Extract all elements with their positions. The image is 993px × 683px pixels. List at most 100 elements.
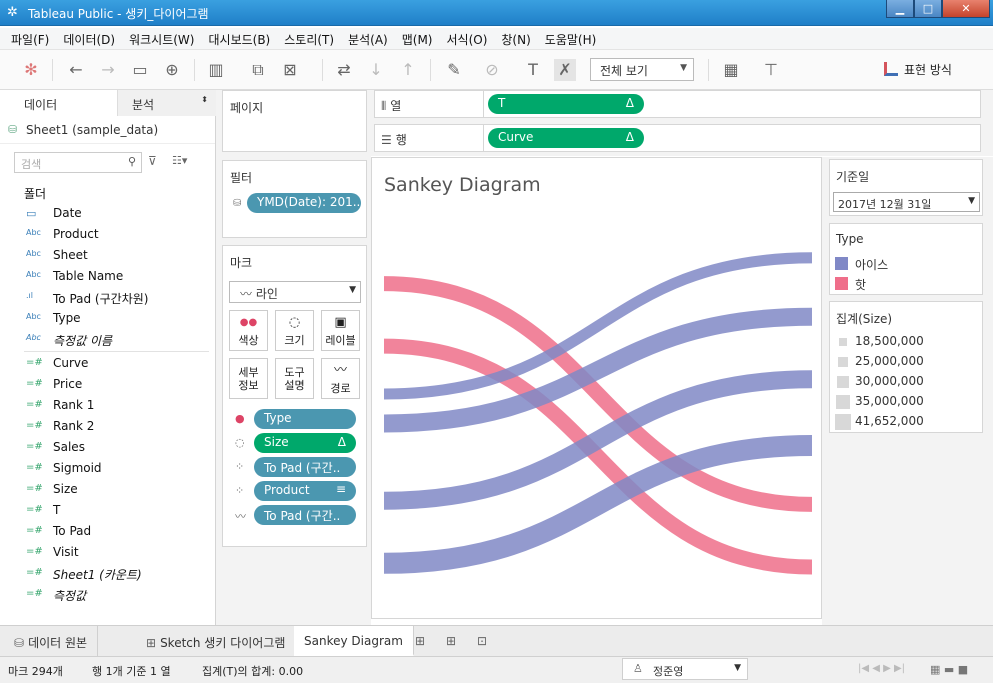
menu-map[interactable]: 맵(M) — [395, 28, 440, 48]
field-label: Type — [53, 311, 81, 325]
clear-sheet-icon[interactable]: ⊠ — [279, 59, 301, 81]
group-icon[interactable]: ⊘ — [481, 59, 503, 81]
path-button[interactable]: 〰 경로 — [321, 358, 360, 399]
measure-field[interactable]: =# Sales — [0, 437, 215, 458]
tab-analytics[interactable]: 분석 ⬍ — [118, 90, 216, 116]
measure-field[interactable]: =# Size — [0, 479, 215, 500]
marks-pill[interactable]: To Pad (구간.. — [254, 505, 356, 525]
menu-window[interactable]: 창(N) — [494, 28, 537, 48]
legend-item-label[interactable]: 아이스 — [855, 256, 888, 273]
dimension-field[interactable]: Abc 측정값 이름 — [0, 329, 215, 350]
view-list-icon[interactable]: ☷▾ — [172, 154, 187, 167]
measure-field[interactable]: =# Sigmoid — [0, 458, 215, 479]
menu-worksheet[interactable]: 워크시트(W) — [122, 28, 201, 48]
presentation-icon[interactable]: ⊤ — [760, 59, 782, 81]
maximize-button[interactable]: □ — [914, 0, 942, 18]
user-menu[interactable]: ♙ 정준영 ▼ — [622, 658, 748, 680]
dimension-field[interactable]: Abc Type — [0, 308, 215, 329]
redo-icon[interactable]: → — [97, 59, 119, 81]
measure-field[interactable]: =# 측정값 — [0, 584, 215, 605]
tab-data[interactable]: 데이터 — [0, 90, 118, 116]
sheet-navigation-icons[interactable]: |◀ ◀ ▶ ▶| — [858, 663, 905, 674]
marks-pill[interactable]: Size Δ — [254, 433, 356, 453]
tab-sankey-diagram[interactable]: Sankey Diagram — [294, 626, 414, 656]
swap-icon[interactable]: ⇄ — [333, 59, 355, 81]
columns-pill-t[interactable]: TΔ — [488, 94, 644, 114]
sankey-chart[interactable] — [372, 158, 823, 620]
color-button-label: 색상 — [238, 334, 259, 347]
legend-swatch — [835, 277, 848, 290]
menu-file[interactable]: 파일(F) — [4, 28, 56, 48]
menu-help[interactable]: 도움말(H) — [538, 28, 604, 48]
save-icon[interactable]: ▭ — [129, 59, 151, 81]
rows-shelf[interactable]: ☰ 행 Curve Δ — [374, 124, 981, 152]
tab-sketch-sheet[interactable]: ⊞ Sketch 생키 다이어그램 — [136, 626, 297, 656]
tooltip-button[interactable]: 도구 설명 — [275, 358, 314, 399]
measure-field[interactable]: =# T — [0, 500, 215, 521]
menu-dashboard[interactable]: 대시보드(B) — [201, 28, 277, 48]
new-datasource-icon[interactable]: ⊕ — [161, 59, 183, 81]
filter-icon[interactable]: ⊽ — [148, 154, 157, 168]
label-button[interactable]: ▣ 레이블 — [321, 310, 360, 351]
marks-pill[interactable]: Product ≡ — [254, 481, 356, 501]
size-legend: 집계(Size) 18,500,000 25,000,000 30,000,000 3… — [829, 301, 983, 433]
new-dashboard-tab-icon[interactable]: ⊞ — [436, 626, 466, 656]
close-button[interactable]: ✕ — [942, 0, 990, 18]
search-input[interactable]: 검색 ⚲ — [14, 152, 142, 173]
rows-pill-curve[interactable]: Curve Δ — [488, 128, 644, 148]
measure-field[interactable]: =# Price — [0, 374, 215, 395]
new-worksheet-icon[interactable]: ▥ — [205, 59, 227, 81]
show-cards-icon[interactable]: ▦ — [720, 59, 742, 81]
mark-type-dropdown[interactable]: 〰 라인 ▼ — [229, 281, 361, 303]
measure-field[interactable]: =# To Pad — [0, 521, 215, 542]
dimension-field[interactable]: .ıl To Pad (구간차원) — [0, 287, 215, 308]
highlight-icon[interactable]: ✎ — [443, 59, 465, 81]
dimension-field[interactable]: Abc Product — [0, 224, 215, 245]
marks-pill[interactable]: To Pad (구간.. — [254, 457, 356, 477]
measure-field[interactable]: =# Curve — [0, 353, 215, 374]
tableau-home-icon[interactable]: ✻ — [20, 59, 42, 81]
duplicate-sheet-icon[interactable]: ⧉ — [247, 59, 269, 81]
filter-pill-date[interactable]: YMD(Date): 201.. — [247, 193, 361, 213]
fit-dropdown[interactable]: 전체 보기 ▼ — [590, 58, 694, 81]
filters-card[interactable]: 필터 ⛁ YMD(Date): 201.. — [222, 160, 367, 238]
view-mode-icons[interactable]: ▦ ▬ ■ — [930, 663, 968, 676]
datasource-icon: ⛁ — [8, 123, 18, 136]
menu-data[interactable]: 데이터(D) — [56, 28, 122, 48]
new-story-tab-icon[interactable]: ⊡ — [467, 626, 497, 656]
measure-field[interactable]: =# Visit — [0, 542, 215, 563]
menu-format[interactable]: 서식(O) — [440, 28, 495, 48]
sort-descending-icon[interactable]: ↑ — [397, 59, 419, 81]
tab-datasource[interactable]: ⛁ 데이터 원본 — [0, 626, 99, 656]
worksheet-icon: ⊞ — [146, 636, 157, 650]
labels-icon[interactable]: T — [522, 59, 544, 81]
undo-icon[interactable]: ← — [65, 59, 87, 81]
detail-button[interactable]: 세부 정보 — [229, 358, 268, 399]
new-worksheet-tab-icon[interactable]: ⊞ — [405, 626, 435, 656]
marks-pill[interactable]: Type — [254, 409, 356, 429]
minimize-button[interactable]: ▁ — [886, 0, 914, 18]
menu-analysis[interactable]: 분석(A) — [341, 28, 395, 48]
datasource-item[interactable]: ⛁ Sheet1 (sample_data) — [0, 116, 215, 144]
fix-axes-icon[interactable]: ✗ — [554, 59, 576, 81]
measure-field[interactable]: =# Rank 2 — [0, 416, 215, 437]
marks-pill-label: Size — [264, 435, 289, 449]
pages-card[interactable]: 페이지 — [222, 90, 367, 152]
menu-bar: 파일(F) 데이터(D) 워크시트(W) 대시보드(B) 스토리(T) 분석(A) 맵(M)… — [0, 28, 993, 50]
viz-area[interactable]: Sankey Diagram — [371, 157, 822, 619]
color-button[interactable]: ●● 색상 — [229, 310, 268, 351]
measure-field[interactable]: =# Sheet1 (카운트) — [0, 563, 215, 584]
dimension-field[interactable]: Abc Table Name — [0, 266, 215, 287]
sankey-flow-ice-3[interactable] — [383, 307, 813, 433]
marks-card: 마크 〰 라인 ▼ ●● 색상 ◌ 크기 ▣ 레이블 세부 정보 도구 설명 〰 경로 … — [222, 245, 367, 547]
columns-shelf[interactable]: ⦀ 열 TΔ — [374, 90, 981, 118]
show-me-button[interactable]: 표현 방식 — [884, 61, 952, 78]
legend-item-label[interactable]: 핫 — [855, 276, 866, 293]
sort-ascending-icon[interactable]: ↓ — [365, 59, 387, 81]
date-parameter-dropdown[interactable]: 2017년 12월 31일 ▼ — [833, 192, 980, 212]
dimension-field[interactable]: ▭ Date — [0, 203, 215, 224]
menu-story[interactable]: 스토리(T) — [277, 28, 341, 48]
dimension-field[interactable]: Abc Sheet — [0, 245, 215, 266]
size-button[interactable]: ◌ 크기 — [275, 310, 314, 351]
measure-field[interactable]: =# Rank 1 — [0, 395, 215, 416]
